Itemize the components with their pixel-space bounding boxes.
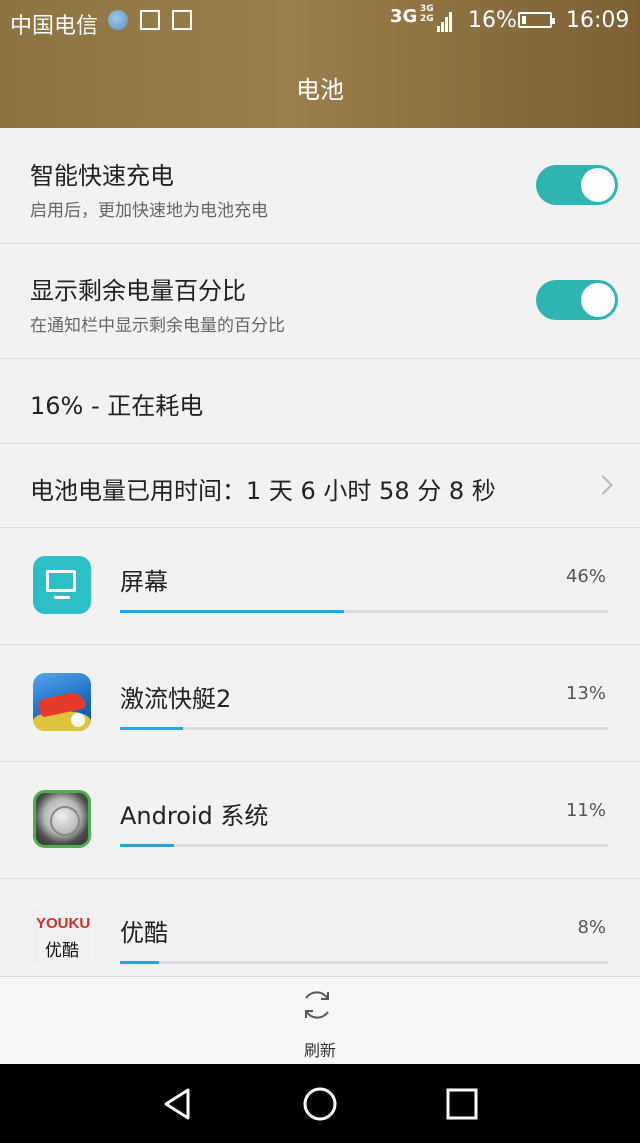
- app-percent: 13%: [565, 683, 606, 704]
- toggle-knob: [581, 283, 615, 317]
- network-type-secondary-bottom: 2G: [420, 14, 434, 24]
- image-notification-icon: [140, 10, 160, 30]
- android-system-icon: [33, 790, 91, 848]
- app-percent: 8%: [577, 917, 606, 938]
- home-icon[interactable]: [300, 1084, 340, 1124]
- youku-logo-cn: 优酷: [45, 941, 79, 961]
- clock: 16:09: [566, 8, 630, 33]
- usage-bar-track: [120, 610, 608, 613]
- screen-icon: [33, 556, 91, 614]
- riptide-game-icon: [33, 673, 91, 731]
- usage-bar-fill: [120, 844, 174, 847]
- app-name: Android 系统: [120, 802, 269, 830]
- app-name: 屏幕: [120, 568, 168, 596]
- refresh-icon: [305, 991, 329, 1019]
- chevron-right-icon: [593, 475, 613, 495]
- show-percent-subtitle: 在通知栏中显示剩余电量的百分比: [30, 316, 285, 336]
- usage-bar-track: [120, 727, 608, 730]
- carrier-name: 中国电信: [10, 14, 99, 39]
- app-name: 优酷: [120, 919, 168, 947]
- youku-logo-text: YOUKU: [36, 915, 91, 932]
- youku-icon: YOUKU 优酷: [33, 907, 91, 965]
- show-percent-setting[interactable]: 显示剩余电量百分比 在通知栏中显示剩余电量的百分比: [0, 244, 640, 359]
- system-nav-bar: [0, 1064, 640, 1143]
- top-bar: 中国电信 3G 3G 2G 16% 16:09 电池: [0, 0, 640, 128]
- usage-bar-track: [120, 961, 608, 964]
- refresh-label: 刷新: [303, 1041, 336, 1060]
- page-title: 电池: [296, 76, 344, 104]
- usage-time-row[interactable]: 电池电量已用时间：1 天 6 小时 58 分 8 秒: [0, 444, 640, 528]
- usage-bar-fill: [120, 961, 160, 964]
- usage-time-text: 电池电量已用时间：1 天 6 小时 58 分 8 秒: [30, 477, 496, 505]
- app-percent: 11%: [565, 800, 606, 821]
- fast-charge-subtitle: 启用后，更加快速地为电池充电: [30, 201, 268, 221]
- battery-percent-text: 16%: [468, 8, 517, 33]
- app-name: 激流快艇2: [120, 685, 232, 713]
- back-icon[interactable]: [158, 1084, 198, 1124]
- signal-bars-icon: [437, 10, 453, 32]
- network-type-primary: 3G: [390, 6, 418, 27]
- battery-state-row: 16% - 正在耗电: [0, 359, 640, 444]
- fast-charge-toggle[interactable]: [536, 165, 618, 205]
- show-percent-toggle[interactable]: [536, 280, 618, 320]
- bottom-action-bar: 刷新: [0, 976, 640, 1065]
- usage-bar-fill: [120, 610, 345, 613]
- keyboard-notification-icon: [172, 10, 192, 30]
- usage-bar-track: [120, 844, 608, 847]
- fast-charge-title: 智能快速充电: [30, 162, 174, 190]
- battery-state-text: 16% - 正在耗电: [30, 392, 204, 420]
- show-percent-title: 显示剩余电量百分比: [30, 277, 246, 305]
- browser-notification-icon: [108, 10, 128, 30]
- recents-icon[interactable]: [442, 1084, 482, 1124]
- app-usage-item[interactable]: 激流快艇2 13%: [0, 645, 640, 762]
- network-type-secondary: 3G 2G: [420, 4, 434, 24]
- app-usage-item[interactable]: YOUKU 优酷 优酷 8%: [0, 879, 640, 976]
- status-bar: 中国电信 3G 3G 2G 16% 16:09: [0, 0, 640, 44]
- app-usage-item[interactable]: 屏幕 46%: [0, 528, 640, 645]
- fast-charge-setting[interactable]: 智能快速充电 启用后，更加快速地为电池充电: [0, 128, 640, 244]
- usage-bar-fill: [120, 727, 184, 730]
- app-usage-item[interactable]: Android 系统 11%: [0, 762, 640, 879]
- battery-icon: [518, 12, 555, 28]
- app-percent: 46%: [565, 566, 606, 587]
- network-type-secondary-top: 3G: [420, 4, 434, 14]
- toggle-knob: [581, 168, 615, 202]
- refresh-button[interactable]: 刷新: [270, 977, 370, 1065]
